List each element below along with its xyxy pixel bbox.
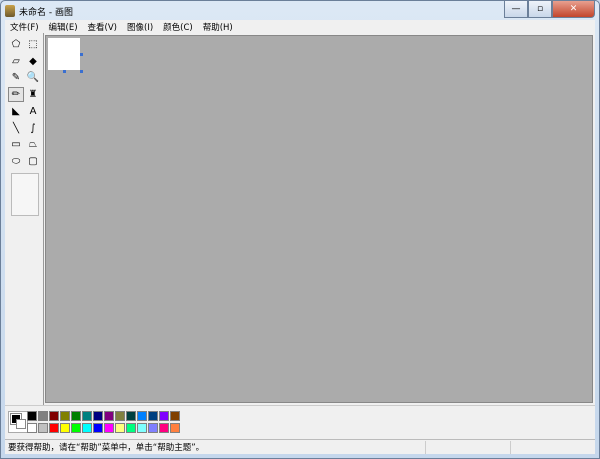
- palette-swatch[interactable]: [148, 423, 158, 433]
- resize-handle-right[interactable]: [80, 53, 83, 56]
- canvas-area: [45, 35, 593, 403]
- palette-swatch[interactable]: [27, 423, 37, 433]
- rounded-rect-icon[interactable]: ▢: [25, 154, 41, 169]
- palette-swatch[interactable]: [148, 411, 158, 421]
- status-bar: 要获得帮助，请在“帮助”菜单中，单击“帮助主题”。: [5, 439, 595, 454]
- close-button[interactable]: ✕: [552, 1, 595, 18]
- toolbox: ⬠ ⬚ ▱ ◆ ✎ 🔍 ✏ ♜ ◣ A ╲ ∫ ▭ ⏢ ⬭ ▢: [5, 33, 44, 405]
- palette-swatch[interactable]: [159, 423, 169, 433]
- palette-swatch[interactable]: [126, 411, 136, 421]
- palette-swatch[interactable]: [137, 411, 147, 421]
- palette-swatch[interactable]: [27, 411, 37, 421]
- palette-swatch[interactable]: [115, 423, 125, 433]
- palette-swatch[interactable]: [170, 411, 180, 421]
- current-colors: [8, 411, 28, 433]
- free-select-icon[interactable]: ⬠: [8, 37, 24, 52]
- drawing-canvas[interactable]: [48, 38, 80, 70]
- color-palette: [5, 405, 595, 439]
- palette-swatch[interactable]: [38, 411, 48, 421]
- airbrush-icon[interactable]: ◣: [8, 104, 24, 119]
- menu-bar: 文件(F) 编辑(E) 查看(V) 图像(I) 颜色(C) 帮助(H): [5, 20, 595, 33]
- rect-select-icon[interactable]: ⬚: [25, 37, 41, 52]
- palette-swatch[interactable]: [60, 423, 70, 433]
- palette-swatch[interactable]: [170, 423, 180, 433]
- palette-swatch[interactable]: [71, 423, 81, 433]
- color-picker-icon[interactable]: ✎: [8, 70, 24, 85]
- palette-swatch[interactable]: [71, 411, 81, 421]
- menu-image[interactable]: 图像(I): [122, 21, 158, 33]
- pencil-icon[interactable]: ✏: [8, 87, 24, 103]
- background-color[interactable]: [16, 419, 26, 429]
- palette-swatch[interactable]: [126, 423, 136, 433]
- status-message: 要获得帮助，请在“帮助”菜单中，单击“帮助主题”。: [8, 443, 205, 453]
- palette-swatch[interactable]: [93, 411, 103, 421]
- text-icon[interactable]: A: [25, 104, 41, 119]
- palette-swatch[interactable]: [82, 411, 92, 421]
- resize-handle-bottom[interactable]: [63, 70, 66, 73]
- fill-icon[interactable]: ◆: [25, 54, 41, 69]
- palette-swatch[interactable]: [104, 411, 114, 421]
- menu-view[interactable]: 查看(V): [83, 21, 122, 33]
- menu-file[interactable]: 文件(F): [5, 21, 44, 33]
- palette-swatch[interactable]: [60, 411, 70, 421]
- status-cell-position: [425, 440, 510, 454]
- paint-window: 未命名 - 画图 — ▫ ✕ 文件(F) 编辑(E) 查看(V) 图像(I) 颜…: [0, 0, 600, 459]
- menu-edit[interactable]: 编辑(E): [44, 21, 83, 33]
- palette-swatch[interactable]: [49, 423, 59, 433]
- paint-app-icon: [5, 5, 15, 17]
- status-cell-size: [510, 440, 595, 454]
- menu-colors[interactable]: 颜色(C): [158, 21, 198, 33]
- tool-options-box[interactable]: [11, 173, 39, 216]
- palette-swatch[interactable]: [49, 411, 59, 421]
- magnifier-icon[interactable]: 🔍: [25, 70, 41, 85]
- line-icon[interactable]: ╲: [8, 121, 24, 136]
- palette-swatch[interactable]: [104, 423, 114, 433]
- resize-handle-corner[interactable]: [80, 70, 83, 73]
- minimize-button[interactable]: —: [504, 1, 528, 18]
- palette-swatch[interactable]: [137, 423, 147, 433]
- palette-swatch[interactable]: [115, 411, 125, 421]
- polygon-icon[interactable]: ⏢: [25, 137, 41, 152]
- rectangle-icon[interactable]: ▭: [8, 137, 24, 152]
- palette-swatch[interactable]: [93, 423, 103, 433]
- palette-swatch[interactable]: [38, 423, 48, 433]
- window-title: 未命名 - 画图: [19, 7, 73, 18]
- maximize-button[interactable]: ▫: [528, 1, 552, 18]
- ellipse-icon[interactable]: ⬭: [8, 154, 24, 169]
- palette-swatch[interactable]: [159, 411, 169, 421]
- brush-icon[interactable]: ♜: [25, 87, 41, 102]
- menu-help[interactable]: 帮助(H): [198, 21, 238, 33]
- curve-icon[interactable]: ∫: [25, 121, 41, 136]
- palette-swatch[interactable]: [82, 423, 92, 433]
- eraser-icon[interactable]: ▱: [8, 54, 24, 69]
- title-bar: 未命名 - 画图: [5, 4, 73, 18]
